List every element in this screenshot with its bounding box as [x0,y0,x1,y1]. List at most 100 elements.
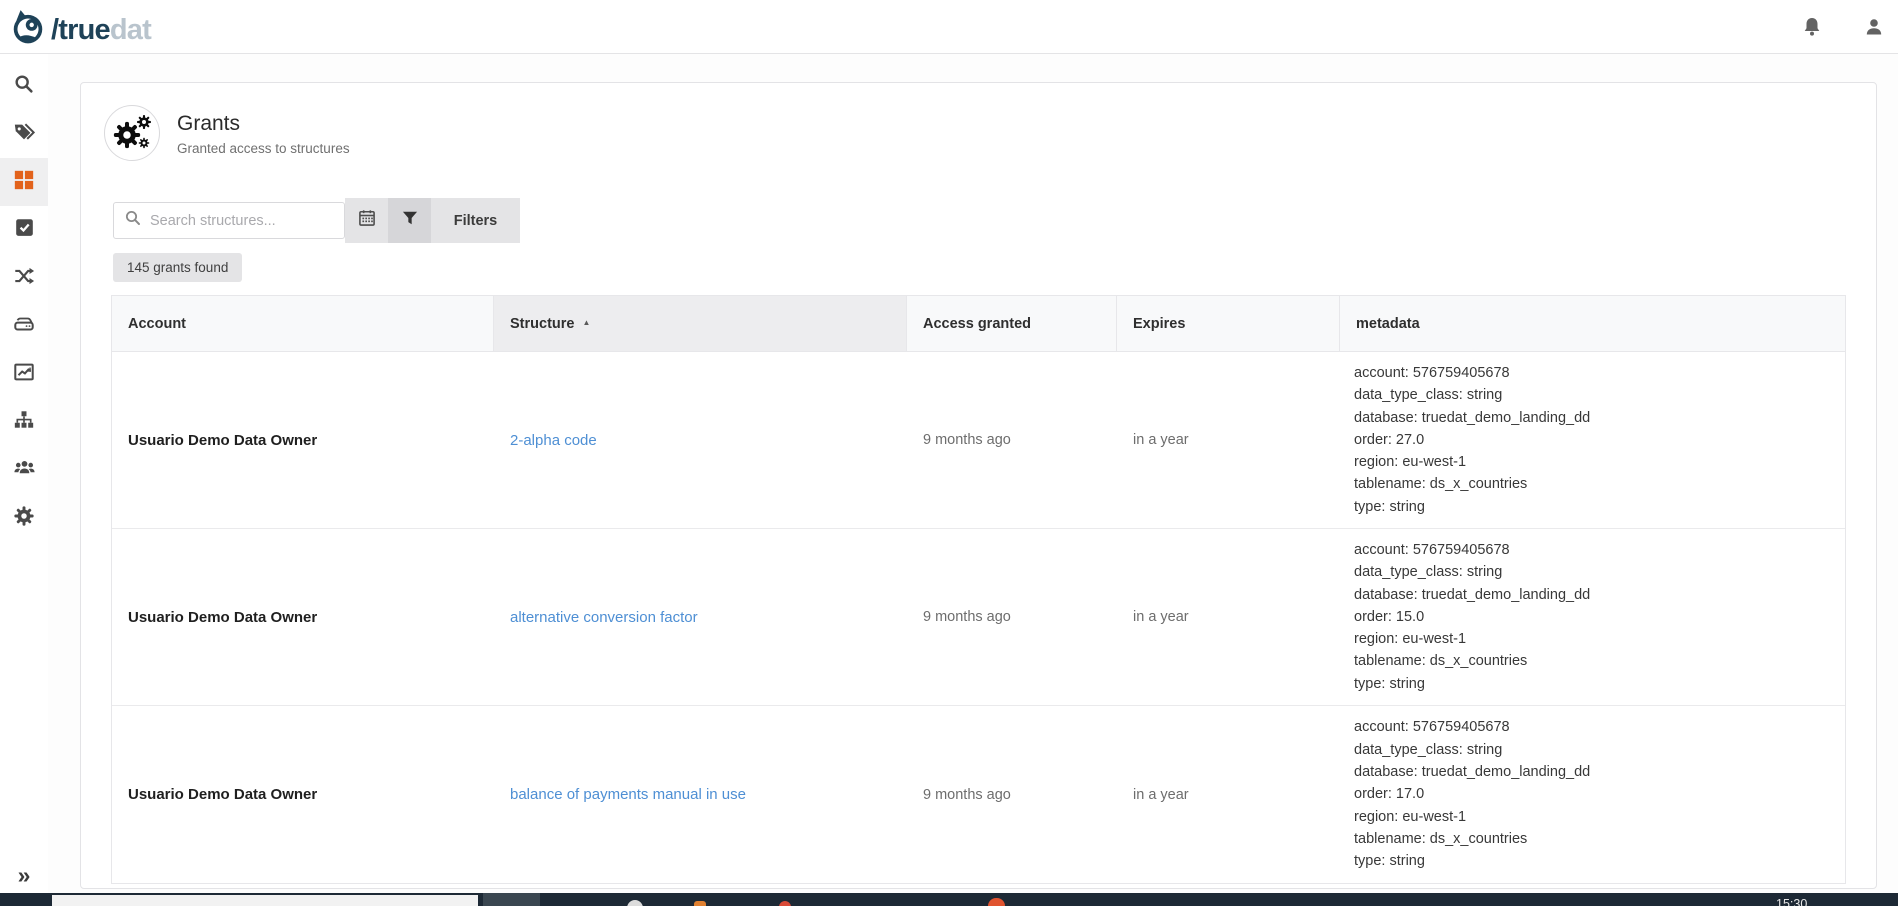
cell-expires: in a year [1117,352,1340,528]
chart-icon [13,361,35,388]
calendar-icon [357,208,377,233]
metadata-line: type: string [1354,496,1425,518]
search-icon [13,73,35,100]
taskbar-app-icon[interactable] [627,900,643,906]
table-header-row: Account Structure ▲ Access granted Expir… [112,296,1845,352]
metadata-line: region: eu-west-1 [1354,628,1466,650]
cell-structure: balance of payments manual in use [494,706,907,883]
cell-account: Usuario Demo Data Owner [112,706,494,883]
gear-icon [13,505,35,532]
column-header-account[interactable]: Account [112,296,494,352]
metadata-line: tablename: ds_x_countries [1354,473,1527,495]
taskbar-search-input[interactable] [52,895,478,906]
metadata-line: tablename: ds_x_countries [1354,650,1527,672]
sort-ascending-icon: ▲ [582,318,590,327]
cell-metadata: account: 576759405678data_type_class: st… [1340,352,1845,528]
small-gear-icon [136,114,152,135]
owl-logo-icon [10,8,46,51]
cell-structure: alternative conversion factor [494,529,907,705]
os-taskbar: 15:30 [0,893,1898,906]
filter-toggle-button[interactable] [388,198,431,243]
sitemap-icon [13,409,35,436]
filters-button-group: Filters [345,198,520,243]
metadata-line: region: eu-west-1 [1354,451,1466,473]
page-title: Grants [177,112,240,136]
sidebar-expand-button[interactable]: » [0,863,48,887]
taskbar-clock: 15:30 [1776,897,1807,906]
results-count-badge: 145 grants found [113,253,242,282]
filters-button[interactable]: Filters [431,198,520,243]
structure-link[interactable]: balance of payments manual in use [510,786,746,803]
cell-account: Usuario Demo Data Owner [112,352,494,528]
cell-access-granted: 9 months ago [907,529,1117,705]
sidebar-item-hierarchy[interactable] [0,398,48,446]
table-body: Usuario Demo Data Owner 2-alpha code 9 m… [112,352,1845,883]
sidebar-item-quality[interactable] [0,206,48,254]
metadata-line: order: 27.0 [1354,429,1424,451]
column-header-metadata[interactable]: metadata [1340,296,1845,352]
logo-text: /truedat [51,12,151,48]
cell-access-granted: 9 months ago [907,352,1117,528]
cell-metadata: account: 576759405678data_type_class: st… [1340,529,1845,705]
search-box [113,202,345,239]
metadata-line: order: 15.0 [1354,606,1424,628]
bell-icon[interactable] [1800,15,1824,39]
cell-structure: 2-alpha code [494,352,907,528]
tiny-gear-icon [138,136,150,154]
table-row: Usuario Demo Data Owner 2-alpha code 9 m… [112,352,1845,529]
browser-app-icon [988,898,1005,906]
metadata-line: account: 576759405678 [1354,539,1510,561]
metadata-line: data_type_class: string [1354,561,1502,583]
metadata-line: data_type_class: string [1354,739,1502,761]
sidebar-item-search[interactable] [0,62,48,110]
grants-table: Account Structure ▲ Access granted Expir… [111,295,1846,884]
metadata-line: account: 576759405678 [1354,362,1510,384]
cell-access-granted: 9 months ago [907,706,1117,883]
sidebar-item-users[interactable] [0,446,48,494]
metadata-line: database: truedat_demo_landing_dd [1354,584,1590,606]
table-row: Usuario Demo Data Owner alternative conv… [112,529,1845,706]
grants-panel: Grants Granted access to structures [80,82,1877,889]
check-square-icon [14,217,35,243]
metadata-line: tablename: ds_x_countries [1354,828,1527,850]
sidebar-item-systems[interactable] [0,302,48,350]
metadata-line: account: 576759405678 [1354,716,1510,738]
taskbar-app-icon[interactable] [779,901,791,906]
user-icon[interactable] [1862,15,1886,39]
column-header-structure[interactable]: Structure ▲ [494,296,907,352]
sidebar-item-tags[interactable] [0,110,48,158]
taskbar-app-icon[interactable] [694,901,706,906]
column-header-access-granted[interactable]: Access granted [907,296,1117,352]
structure-link[interactable]: alternative conversion factor [510,609,698,626]
drive-icon [13,313,35,340]
sidebar-item-lineage[interactable] [0,254,48,302]
metadata-line: type: string [1354,673,1425,695]
sidebar-item-structures[interactable] [0,158,48,206]
metadata-line: order: 17.0 [1354,783,1424,805]
cell-expires: in a year [1117,706,1340,883]
metadata-line: database: truedat_demo_landing_dd [1354,407,1590,429]
tags-icon [13,121,35,148]
page-subtitle: Granted access to structures [177,141,350,156]
search-input[interactable] [150,213,337,229]
calendar-filter-button[interactable] [345,198,388,243]
sidebar: » [0,54,48,893]
column-header-expires[interactable]: Expires [1117,296,1340,352]
taskbar-active-app[interactable] [483,893,540,906]
cell-expires: in a year [1117,529,1340,705]
shuffle-icon [13,265,35,292]
metadata-line: type: string [1354,850,1425,872]
page-icon-circle [104,105,160,161]
cell-account: Usuario Demo Data Owner [112,529,494,705]
sidebar-item-settings[interactable] [0,494,48,542]
grid-icon [13,169,35,196]
table-row: Usuario Demo Data Owner balance of payme… [112,706,1845,883]
structure-link[interactable]: 2-alpha code [510,432,597,449]
top-bar: /truedat [0,0,1898,54]
metadata-line: region: eu-west-1 [1354,806,1466,828]
cell-metadata: account: 576759405678data_type_class: st… [1340,706,1845,883]
sidebar-item-insights[interactable] [0,350,48,398]
metadata-line: data_type_class: string [1354,384,1502,406]
metadata-line: database: truedat_demo_landing_dd [1354,761,1590,783]
truedat-logo[interactable]: /truedat [10,8,151,51]
